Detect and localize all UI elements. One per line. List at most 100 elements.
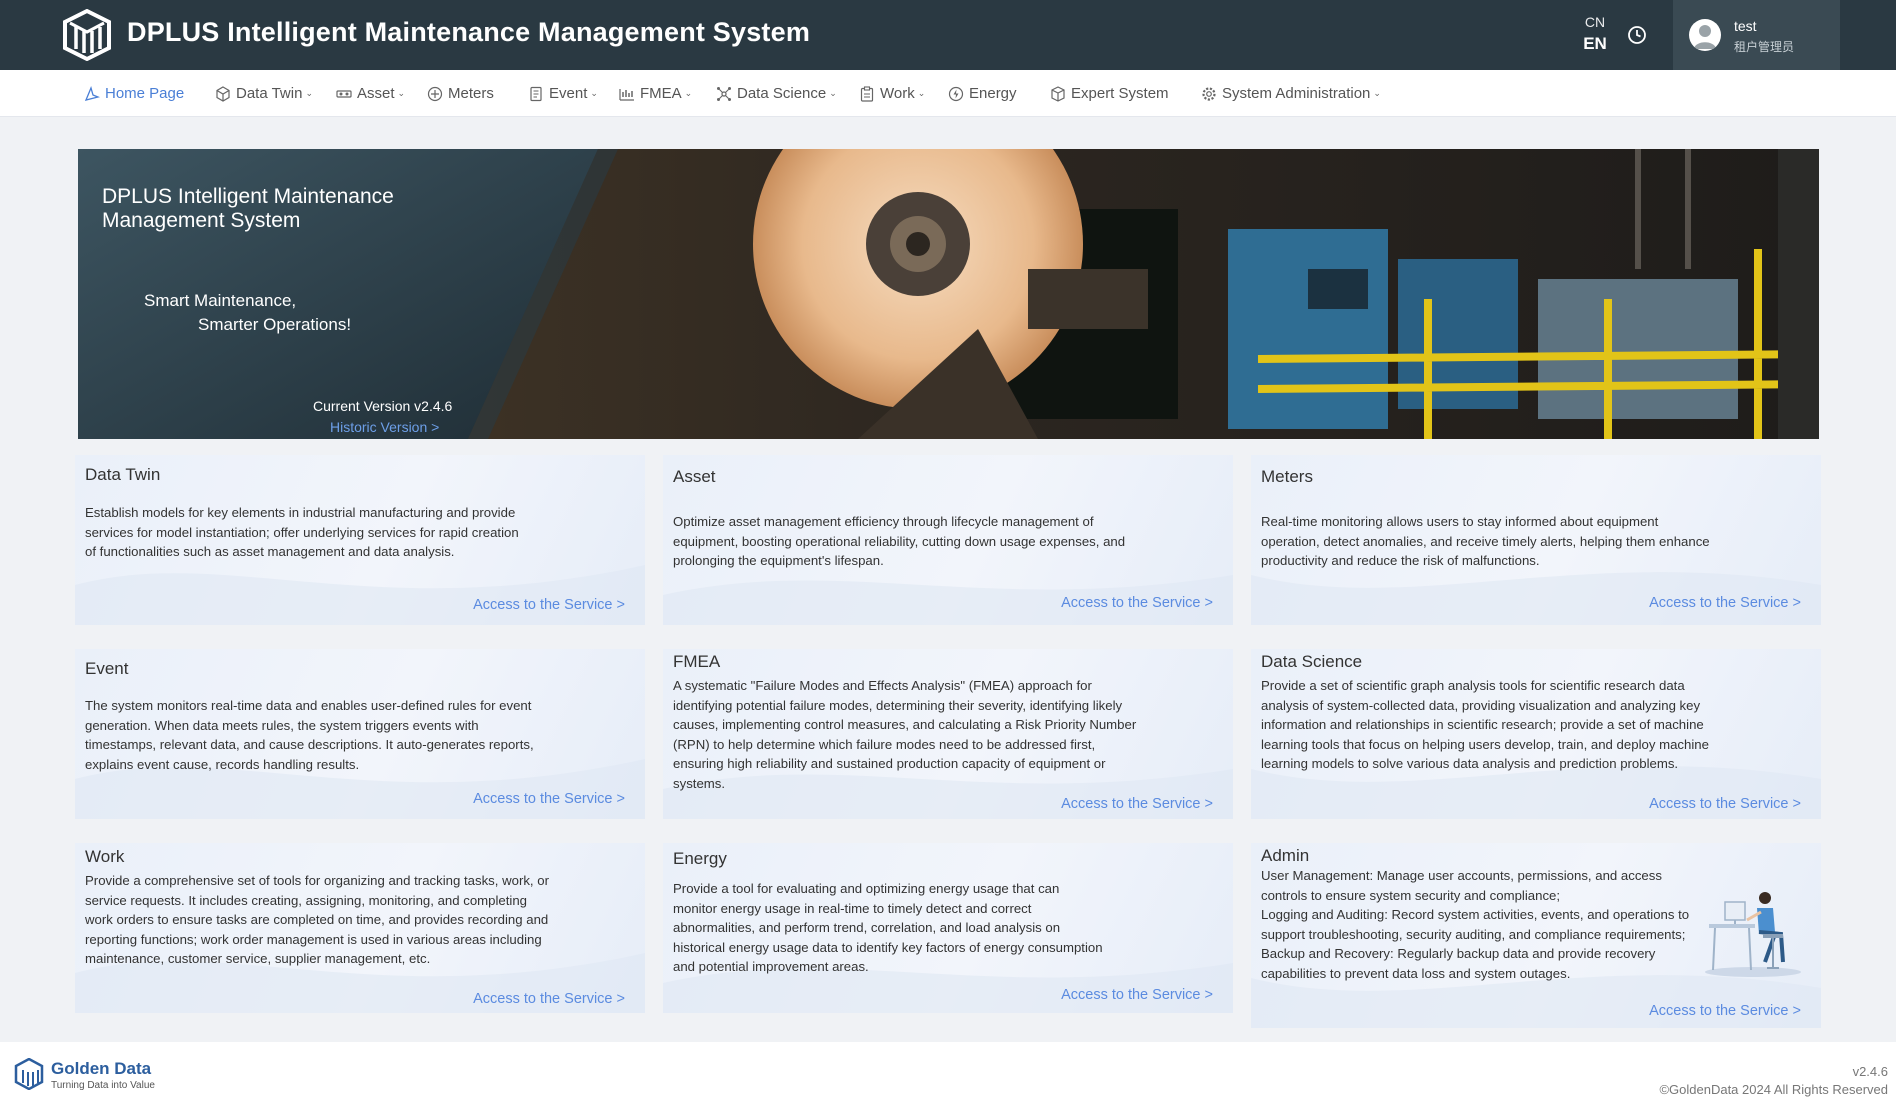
hero-banner: DPLUS Intelligent Maintenance Management…	[78, 149, 1819, 439]
page-footer: Golden Data Turning Data into Value v2.4…	[0, 1042, 1896, 1099]
card-description: Establish models for key elements in ind…	[85, 505, 519, 559]
app-logo-icon[interactable]	[62, 9, 112, 61]
historic-version-link[interactable]: Historic Version >	[330, 419, 439, 435]
access-service-link[interactable]: Access to the Service >	[1649, 595, 1801, 611]
chart-icon	[619, 88, 634, 101]
nav-work[interactable]: Work ⌄	[859, 70, 925, 117]
nav-label: Asset	[357, 85, 395, 102]
access-service-link[interactable]: Access to the Service >	[1649, 1003, 1801, 1019]
access-service-link[interactable]: Access to the Service >	[1649, 796, 1801, 812]
card-title: Data Twin	[85, 465, 161, 484]
current-version: Current Version v2.4.6	[313, 398, 453, 414]
access-service-link[interactable]: Access to the Service >	[473, 791, 625, 807]
nav-label: Meters	[448, 85, 494, 102]
card-description: Provide a tool for evaluating and optimi…	[673, 881, 1103, 974]
nav-asset[interactable]: Asset ⌄	[336, 70, 405, 117]
user-name: test	[1734, 18, 1757, 34]
nav-system-administration[interactable]: System Administration ⌄	[1201, 70, 1381, 117]
user-menu[interactable]: test 租户管理员	[1673, 0, 1840, 70]
asset-icon	[336, 89, 352, 98]
card-description: Optimize asset management efficiency thr…	[673, 514, 1126, 568]
card-title: Meters	[1261, 467, 1313, 486]
access-service-link[interactable]: Access to the Service >	[473, 597, 625, 613]
access-service-link[interactable]: Access to the Service >	[473, 991, 625, 1007]
molecule-icon	[717, 86, 731, 101]
card-energy[interactable]: Energy Provide a tool for evaluating and…	[663, 843, 1233, 1013]
access-service-link[interactable]: Access to the Service >	[1061, 595, 1213, 611]
user-icon	[1694, 25, 1716, 49]
access-service-link[interactable]: Access to the Service >	[1061, 796, 1213, 812]
card-title: FMEA	[673, 652, 721, 671]
meter-icon	[427, 86, 443, 101]
home-icon	[84, 85, 100, 101]
nav-label: Home Page	[105, 85, 185, 102]
language-switch[interactable]: CN EN	[1580, 14, 1610, 54]
card-event[interactable]: Event The system monitors real-time data…	[75, 649, 645, 819]
nav-event[interactable]: Event ⌄	[528, 70, 598, 117]
banner-slogan-line1: Smart Maintenance,	[144, 291, 297, 310]
card-title: Admin	[1261, 846, 1310, 865]
lang-en-option[interactable]: EN	[1580, 34, 1610, 54]
card-title: Event	[85, 659, 129, 678]
card-description: Provide a comprehensive set of tools for…	[85, 873, 549, 966]
nav-label: Energy	[969, 85, 1017, 102]
nav-data-twin[interactable]: Data Twin ⌄	[215, 70, 313, 117]
app-title: DPLUS Intelligent Maintenance Management…	[127, 17, 811, 47]
nav-label: FMEA	[640, 85, 682, 102]
card-title: Energy	[673, 849, 727, 868]
chevron-down-icon: ⌄	[397, 88, 406, 98]
card-admin[interactable]: Admin User Management: Manage user accou…	[1251, 843, 1821, 1028]
access-service-link[interactable]: Access to the Service >	[1061, 987, 1213, 1003]
nav-label: Event	[549, 85, 588, 102]
card-work[interactable]: Work Provide a comprehensive set of tool…	[75, 843, 645, 1013]
chevron-down-icon: ⌄	[1373, 88, 1381, 98]
nav-label: System Administration	[1222, 85, 1371, 102]
top-header: DPLUS Intelligent Maintenance Management…	[0, 0, 1896, 70]
footer-version: v2.4.6	[1852, 1064, 1888, 1079]
card-fmea[interactable]: FMEA A systematic "Failure Modes and Eff…	[663, 649, 1233, 819]
card-title: Work	[85, 847, 125, 866]
main-nav: Home Page Data Twin ⌄ Asset ⌄ Meters Event…	[0, 70, 1896, 117]
user-role: 租户管理员	[1734, 40, 1795, 54]
avatar	[1689, 19, 1721, 51]
nav-label: Data Twin	[236, 85, 303, 102]
nav-label: Expert System	[1071, 85, 1169, 102]
card-title: Data Science	[1261, 652, 1363, 671]
footer-tagline: Turning Data into Value	[51, 1080, 155, 1091]
nav-fmea[interactable]: FMEA ⌄	[619, 70, 692, 117]
clock-icon[interactable]	[1627, 25, 1647, 45]
nav-label: Data Science	[737, 85, 827, 102]
card-data-science[interactable]: Data Science Provide a set of scientific…	[1251, 649, 1821, 819]
card-title: Asset	[673, 467, 716, 486]
clipboard-icon	[860, 85, 874, 102]
banner-slogan-line2: Smarter Operations!	[198, 315, 352, 334]
nav-expert-system[interactable]: Expert System	[1050, 70, 1169, 117]
card-description: User Management: Manage user accounts, p…	[1261, 868, 1690, 981]
nav-label: Work	[880, 85, 915, 102]
energy-icon	[948, 86, 964, 101]
chevron-down-icon: ⌄	[590, 88, 598, 98]
card-meters[interactable]: Meters Real-time monitoring allows users…	[1251, 455, 1821, 625]
card-data-twin[interactable]: Data Twin Establish models for key eleme…	[75, 455, 645, 625]
nav-energy[interactable]: Energy	[948, 70, 1017, 117]
nav-meters[interactable]: Meters	[427, 70, 494, 117]
footer-brand: Golden Data	[51, 1059, 152, 1078]
gear-icon	[1202, 86, 1216, 101]
chevron-down-icon: ⌄	[917, 88, 926, 98]
nav-home-page[interactable]: Home Page	[84, 70, 184, 117]
footer-copyright: ©GoldenData 2024 All Rights Reserved	[1659, 1082, 1888, 1097]
cube-icon	[216, 85, 230, 102]
box-icon	[1051, 85, 1065, 102]
chevron-down-icon: ⌄	[305, 88, 313, 98]
card-description: Provide a set of scientific graph analys…	[1261, 678, 1709, 771]
lang-cn-option[interactable]: CN	[1580, 14, 1610, 30]
card-description: A systematic "Failure Modes and Effects …	[673, 678, 1137, 791]
golden-data-logo-icon	[14, 1058, 44, 1090]
chevron-down-icon: ⌄	[829, 88, 837, 98]
card-description: The system monitors real-time data and e…	[85, 698, 534, 772]
nav-data-science[interactable]: Data Science ⌄	[716, 70, 837, 117]
banner-title: DPLUS Intelligent Maintenance Management…	[102, 185, 394, 232]
card-asset[interactable]: Asset Optimize asset management efficien…	[663, 455, 1233, 625]
person-at-desk-illustration	[1705, 892, 1801, 977]
event-icon	[530, 86, 542, 101]
